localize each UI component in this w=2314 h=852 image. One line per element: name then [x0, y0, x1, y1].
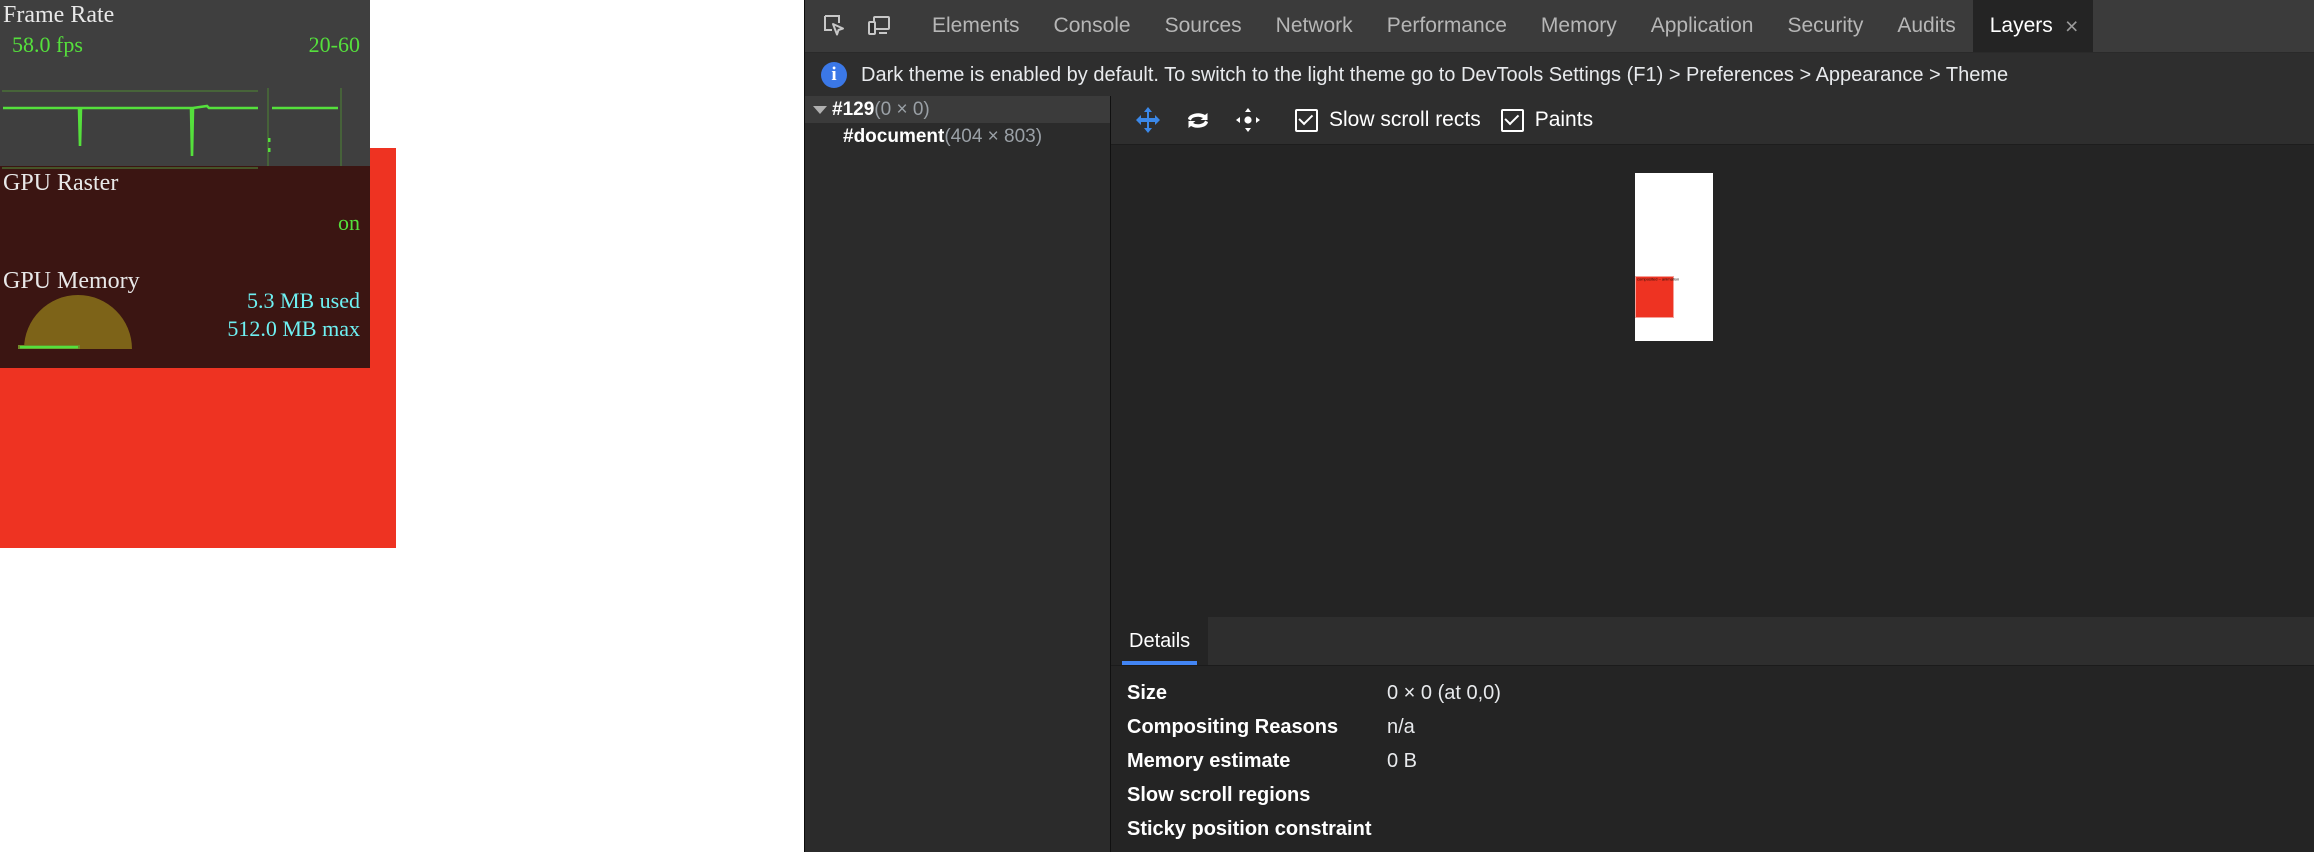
document-layer-preview[interactable]: composited – animation [1635, 173, 1713, 341]
layer-node-dimensions: (404 × 803) [944, 126, 1042, 148]
details-row-size: Size 0 × 0 (at 0,0) [1127, 682, 2314, 705]
tab-details-label: Details [1129, 630, 1190, 653]
devtools-tabbar: Elements Console Sources Network Perform… [805, 0, 2314, 53]
tab-sources-label: Sources [1165, 14, 1242, 38]
layer-tree-item-document[interactable]: #document (404 × 803) [805, 123, 1110, 150]
details-value: 0 B [1387, 750, 1417, 773]
tab-console[interactable]: Console [1037, 0, 1148, 52]
device-toolbar-icon[interactable] [857, 4, 901, 48]
layer-3d-canvas[interactable]: composited – animation [1111, 145, 2314, 617]
tab-sources[interactable]: Sources [1148, 0, 1259, 52]
tab-security-label: Security [1787, 14, 1863, 38]
red-box-layer-preview[interactable]: composited – animation [1635, 276, 1674, 318]
tab-network-label: Network [1276, 14, 1353, 38]
slow-scroll-rects-label: Slow scroll rects [1329, 108, 1481, 132]
details-row-compositing-reasons: Compositing Reasons n/a [1127, 716, 2314, 739]
slow-scroll-rects-checkbox[interactable]: Slow scroll rects [1295, 108, 1481, 132]
paints-label: Paints [1535, 108, 1593, 132]
reset-transform-button[interactable] [1225, 100, 1271, 140]
rotate-mode-button[interactable] [1175, 100, 1221, 140]
details-key: Size [1127, 682, 1387, 705]
tab-audits[interactable]: Audits [1880, 0, 1972, 52]
details-row-slow-scroll-regions: Slow scroll regions [1127, 784, 2314, 807]
inspected-page-viewport: composited – animation Frame Rate 58.0 f… [0, 0, 804, 852]
devtools-window: Elements Console Sources Network Perform… [804, 0, 2314, 852]
layers-toolbar: Slow scroll rects Paints [1111, 96, 2314, 145]
tab-performance[interactable]: Performance [1370, 0, 1524, 52]
frame-rate-current-value: 58.0 fps [12, 32, 83, 58]
tab-memory-label: Memory [1541, 14, 1617, 38]
layer-node-name: #document [843, 126, 944, 148]
tab-memory[interactable]: Memory [1524, 0, 1634, 52]
tab-application[interactable]: Application [1634, 0, 1771, 52]
frame-rate-range-value: 20-60 [309, 32, 360, 58]
tab-console-label: Console [1054, 14, 1131, 38]
details-value: 0 × 0 (at 0,0) [1387, 682, 1501, 705]
active-tab-underline [1122, 661, 1197, 665]
details-body: Size 0 × 0 (at 0,0) Compositing Reasons … [1111, 666, 2314, 841]
tab-elements[interactable]: Elements [915, 0, 1037, 52]
animated-red-box [0, 148, 396, 548]
details-row-sticky-position-constraint: Sticky position constraint [1127, 818, 2314, 841]
tab-security[interactable]: Security [1770, 0, 1880, 52]
layer-tree[interactable]: #129 (0 × 0) #document (404 × 803) [805, 96, 1111, 852]
tab-layers-label: Layers [1990, 14, 2053, 38]
tab-performance-label: Performance [1387, 14, 1507, 38]
layers-panel: #129 (0 × 0) #document (404 × 803) [805, 96, 2314, 852]
tab-network[interactable]: Network [1259, 0, 1370, 52]
chevron-down-icon[interactable] [813, 106, 827, 114]
dark-theme-info-banner: i Dark theme is enabled by default. To s… [805, 53, 2314, 98]
info-icon-glyph: i [831, 64, 836, 86]
banner-message: Dark theme is enabled by default. To swi… [861, 64, 2008, 87]
details-value: n/a [1387, 716, 1415, 739]
checkbox-icon[interactable] [1295, 109, 1318, 132]
layer-node-dimensions: (0 × 0) [874, 99, 929, 121]
layer-node-name: #129 [832, 99, 874, 121]
details-key: Memory estimate [1127, 750, 1387, 773]
tab-elements-label: Elements [932, 14, 1020, 38]
inspect-element-icon[interactable] [813, 4, 857, 48]
pan-mode-button[interactable] [1125, 100, 1171, 140]
layer-preview-mini-label: composited – animation [1637, 277, 1679, 282]
tab-layers[interactable]: Layers × [1973, 0, 2093, 52]
layer-tree-item-root[interactable]: #129 (0 × 0) [805, 96, 1110, 123]
checkbox-icon[interactable] [1501, 109, 1524, 132]
info-icon: i [821, 62, 847, 88]
details-row-memory-estimate: Memory estimate 0 B [1127, 750, 2314, 773]
frame-rate-title: Frame Rate [3, 2, 114, 29]
details-key: Compositing Reasons [1127, 716, 1387, 739]
tab-audits-label: Audits [1897, 14, 1955, 38]
frame-rate-panel: Frame Rate 58.0 fps 20-60 [0, 0, 370, 166]
details-tabbar: Details [1111, 617, 2314, 666]
devtools-tab-list: Elements Console Sources Network Perform… [915, 0, 2093, 52]
details-key: Sticky position constraint [1127, 818, 1387, 841]
composited-animation-label: composited – animation [0, 152, 273, 183]
tab-details[interactable]: Details [1111, 617, 1208, 665]
details-key: Slow scroll regions [1127, 784, 1387, 807]
layers-viewer-column: Slow scroll rects Paints composited – an… [1111, 96, 2314, 852]
layer-details-section: Details Size 0 × 0 (at 0,0) Compositing … [1111, 617, 2314, 852]
close-icon[interactable]: × [2059, 13, 2085, 39]
paints-checkbox[interactable]: Paints [1501, 108, 1593, 132]
tab-application-label: Application [1651, 14, 1754, 38]
